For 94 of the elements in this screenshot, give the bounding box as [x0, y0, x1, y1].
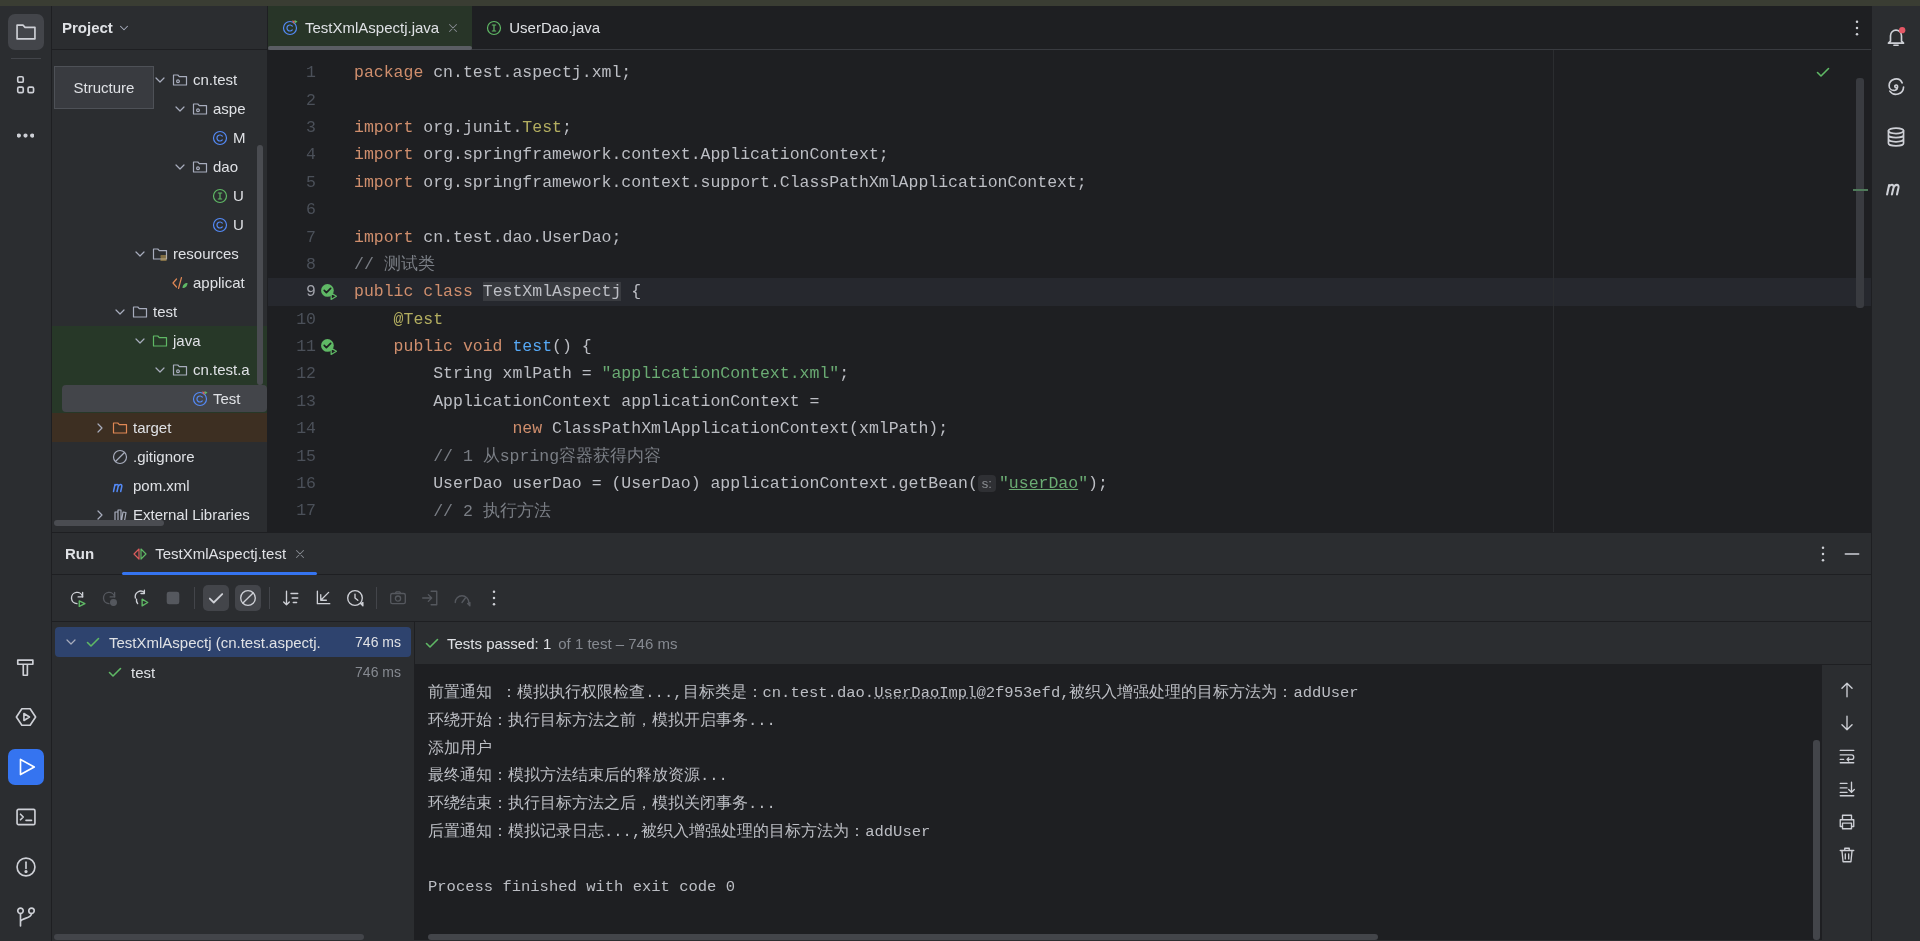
panel-title: Run: [65, 544, 95, 564]
tree-item[interactable]: java: [52, 326, 267, 355]
tree-item[interactable]: .gitignore: [52, 442, 267, 471]
package-folder-icon: [172, 361, 188, 378]
code-line: package cn.test.aspectj.xml;: [354, 63, 632, 83]
project-view-dropdown[interactable]: Project: [62, 19, 131, 36]
xml-file-icon: [172, 274, 188, 291]
more-icon: [492, 590, 496, 606]
scrollbar[interactable]: [428, 934, 1378, 940]
scrollbar[interactable]: [1813, 740, 1820, 940]
console-line: Process finished with exit code 0: [428, 876, 736, 898]
tree-item[interactable]: M: [52, 123, 267, 152]
run-tab[interactable]: TestXmlAspectj.test: [122, 533, 318, 574]
printer-icon: [1837, 813, 1856, 831]
tree-item[interactable]: dao: [52, 152, 267, 181]
resources-folder-icon: [152, 245, 168, 262]
soft-wrap-icon: [1837, 747, 1856, 765]
folder-icon: [132, 303, 148, 320]
more-icon[interactable]: [1855, 20, 1859, 36]
code-line: // 1 从spring容器获得内容: [432, 445, 662, 468]
status-text: Tests passed: 1: [447, 634, 552, 652]
tree-item[interactable]: Test: [52, 384, 267, 413]
test-class-icon: [192, 390, 208, 407]
services-icon: [14, 706, 37, 728]
code-line: ApplicationContext applicationContext =: [432, 391, 820, 411]
spiral-icon: [1885, 76, 1907, 98]
package-folder-icon: [192, 100, 208, 117]
code-line: import org.junit.Test;: [354, 117, 572, 137]
console-line: 前置通知 ：模拟执行权限检查...,目标类是：cn.test.dao.UserDaoImpl@2f953efd,被织入增强处理的目标方法为：addUser: [428, 682, 1360, 705]
scroll-to-end-icon: [1837, 780, 1856, 798]
structure-icon: [14, 74, 37, 96]
code-line: import org.springframework.context.support.ClassPathXmlApplicationContext;: [354, 172, 1087, 192]
run-passed-icon[interactable]: [320, 283, 337, 301]
status-detail-text: of 1 test – 746 ms: [558, 634, 678, 652]
tree-item[interactable]: target: [52, 413, 267, 442]
parameter-hint: s:: [977, 475, 996, 493]
trash-icon: [1837, 846, 1856, 864]
console-line: 环绕结束：执行目标方法之后，模拟关闭事务...: [428, 793, 777, 816]
line-number: 9: [305, 282, 316, 302]
tree-item[interactable]: External Libraries: [52, 500, 267, 529]
console-line: 后置通知：模拟记录日志...,被织入增强处理的目标方法为：addUser: [428, 821, 932, 843]
code-line: public class TestXmlAspectj {: [354, 282, 642, 302]
tree-item[interactable]: cn.test.a: [52, 355, 267, 384]
project-folder-tool-button[interactable]: [7, 14, 44, 50]
scrollbar[interactable]: [54, 934, 364, 940]
code-line: UserDao userDao = (UserDao) applicationContext.getBean( s: "userDao");: [432, 474, 1108, 494]
tree-item[interactable]: pom.xml: [52, 471, 267, 500]
ignore-file-icon: [112, 448, 128, 465]
console-line: 最终通知：模拟方法结束后的释放资源...: [428, 765, 729, 788]
tree-item[interactable]: U: [52, 181, 267, 210]
code-line: // 2 执行方法: [432, 500, 551, 522]
tooltip: Structure: [54, 66, 154, 109]
code-line: // 测试类: [354, 254, 435, 276]
interface-icon: [212, 187, 228, 204]
project-folder-icon: [14, 21, 37, 43]
code-line: import cn.test.dao.UserDao;: [354, 227, 622, 247]
package-folder-icon: [192, 158, 208, 175]
console-line: 环绕开始：执行目标方法之前，模拟开启事务...: [428, 710, 777, 733]
duration-text: 746 ms: [355, 634, 401, 650]
class-icon: [212, 129, 228, 146]
test-tree-item[interactable]: test 746 ms: [55, 657, 411, 687]
run-passed-icon[interactable]: [320, 338, 337, 356]
terminal-icon: [14, 806, 37, 828]
code-line: new ClassPathXmlApplicationContext(xmlPath);: [511, 419, 949, 439]
more-icon[interactable]: [1821, 546, 1825, 562]
code-line: String xmlPath = "applicationContext.xml";: [432, 364, 850, 384]
tree-item[interactable]: U: [52, 210, 267, 239]
code-line: public void test() {: [392, 337, 592, 357]
library-icon: [112, 506, 128, 523]
tree-item[interactable]: test: [52, 297, 267, 326]
duration-text: 746 ms: [355, 664, 401, 680]
package-folder-icon: [172, 71, 188, 88]
scrollbar[interactable]: [54, 520, 164, 526]
problems-icon: [14, 856, 37, 878]
interface-icon: [486, 19, 503, 36]
more-icon: [17, 132, 34, 138]
editor-tab[interactable]: TestXmlAspectj.java: [268, 6, 473, 49]
test-class-icon: [282, 19, 298, 36]
tree-item[interactable]: applicat: [52, 268, 267, 297]
editor-tab[interactable]: UserDao.java: [472, 6, 613, 49]
class-icon: [212, 216, 228, 233]
scrollbar[interactable]: [257, 145, 263, 385]
git-branch-icon: [14, 906, 37, 928]
build-hammer-icon: [14, 656, 37, 678]
scrollbar[interactable]: [1856, 78, 1864, 308]
code-line: @Test: [392, 309, 444, 329]
run-tool-button[interactable]: [7, 749, 44, 785]
folder-icon: [112, 419, 128, 436]
database-icon: [1885, 126, 1907, 148]
console-line: 添加用户: [428, 738, 493, 760]
code-line: import org.springframework.context.ApplicationContext;: [354, 145, 889, 165]
test-tree-item[interactable]: TestXmlAspectj (cn.test.aspectj. 746 ms: [55, 627, 411, 657]
test-folder-icon: [152, 332, 168, 349]
tree-item[interactable]: resources: [52, 239, 267, 268]
